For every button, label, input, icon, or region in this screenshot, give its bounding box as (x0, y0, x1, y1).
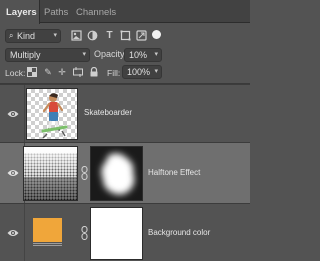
tab-layers[interactable]: Layers (0, 0, 40, 24)
opacity-value: 10% (129, 50, 148, 60)
filter-kind-value: Kind (17, 31, 36, 41)
type-layer-filter-icon[interactable]: T (104, 30, 115, 41)
lock-transparent-pixels-icon[interactable] (27, 67, 37, 79)
fill-field[interactable]: 100% ▾ (122, 65, 162, 79)
layer-row-skateboarder[interactable]: Skateboarder (0, 84, 250, 142)
prevent-auto-nesting-icon[interactable] (73, 67, 83, 79)
adjustment-layer-filter-icon[interactable] (87, 30, 98, 41)
lock-position-icon[interactable]: ✛ (57, 67, 67, 78)
chevron-down-icon: ▾ (53, 32, 57, 39)
link-chain-icon[interactable] (81, 226, 88, 240)
fill-label: Fill: (107, 68, 121, 78)
layer-thumbnail[interactable] (23, 146, 78, 201)
tab-paths[interactable]: Paths (44, 0, 68, 23)
fill-layer-color-thumbnail[interactable] (33, 218, 62, 242)
chevron-down-icon: ▾ (82, 51, 86, 58)
filter-toggle[interactable] (152, 30, 161, 39)
layer-mask-thumbnail[interactable] (90, 207, 143, 260)
lock-fill-row: Lock: ✎ ✛ Fill: 100% ▾ (0, 65, 250, 81)
layer-row-background-color[interactable]: Background color (0, 203, 250, 261)
chevron-down-icon: ▾ (154, 68, 158, 75)
visibility-eye-icon[interactable] (7, 109, 19, 119)
fill-layer-slider-icon (33, 243, 62, 246)
divider (24, 85, 25, 142)
halftone-pattern-image (24, 147, 77, 200)
link-chain-icon[interactable] (81, 166, 88, 180)
blend-mode-dropdown[interactable]: Multiply ▾ (5, 48, 90, 62)
smart-object-filter-icon[interactable] (136, 30, 147, 41)
layer-name[interactable]: Skateboarder (84, 108, 132, 117)
search-icon: ⌕ (9, 31, 14, 40)
fill-value: 100% (127, 67, 151, 77)
lock-all-icon[interactable] (89, 66, 99, 79)
layer-mask-thumbnail[interactable] (90, 146, 143, 201)
skateboarder-image (41, 93, 68, 139)
layer-thumbnail[interactable] (26, 88, 78, 140)
panel-tab-bar: Layers Paths Channels (0, 0, 250, 24)
filter-kind-dropdown[interactable]: ⌕ Kind ▾ (5, 29, 61, 43)
layer-name[interactable]: Background color (148, 228, 210, 237)
shape-layer-filter-icon[interactable] (120, 30, 131, 41)
pixel-layer-filter-icon[interactable] (71, 30, 82, 41)
opacity-field[interactable]: 10% ▾ (124, 48, 162, 62)
blend-opacity-row: Multiply ▾ Opacity: 10% ▾ (0, 46, 250, 64)
lock-image-pixels-icon[interactable]: ✎ (43, 67, 53, 78)
chevron-down-icon: ▾ (154, 51, 158, 58)
visibility-eye-icon[interactable] (7, 228, 19, 238)
layer-name[interactable]: Halftone Effect (148, 168, 200, 177)
lock-label: Lock: (5, 68, 26, 78)
mask-image (91, 147, 142, 200)
opacity-label: Opacity: (94, 49, 128, 59)
visibility-eye-icon[interactable] (7, 168, 19, 178)
layer-filter-row: ⌕ Kind ▾ T (0, 27, 250, 45)
tab-channels[interactable]: Channels (76, 0, 116, 23)
layer-row-halftone-effect[interactable]: Halftone Effect (0, 142, 250, 203)
blend-mode-value: Multiply (10, 50, 41, 60)
divider (24, 204, 25, 261)
